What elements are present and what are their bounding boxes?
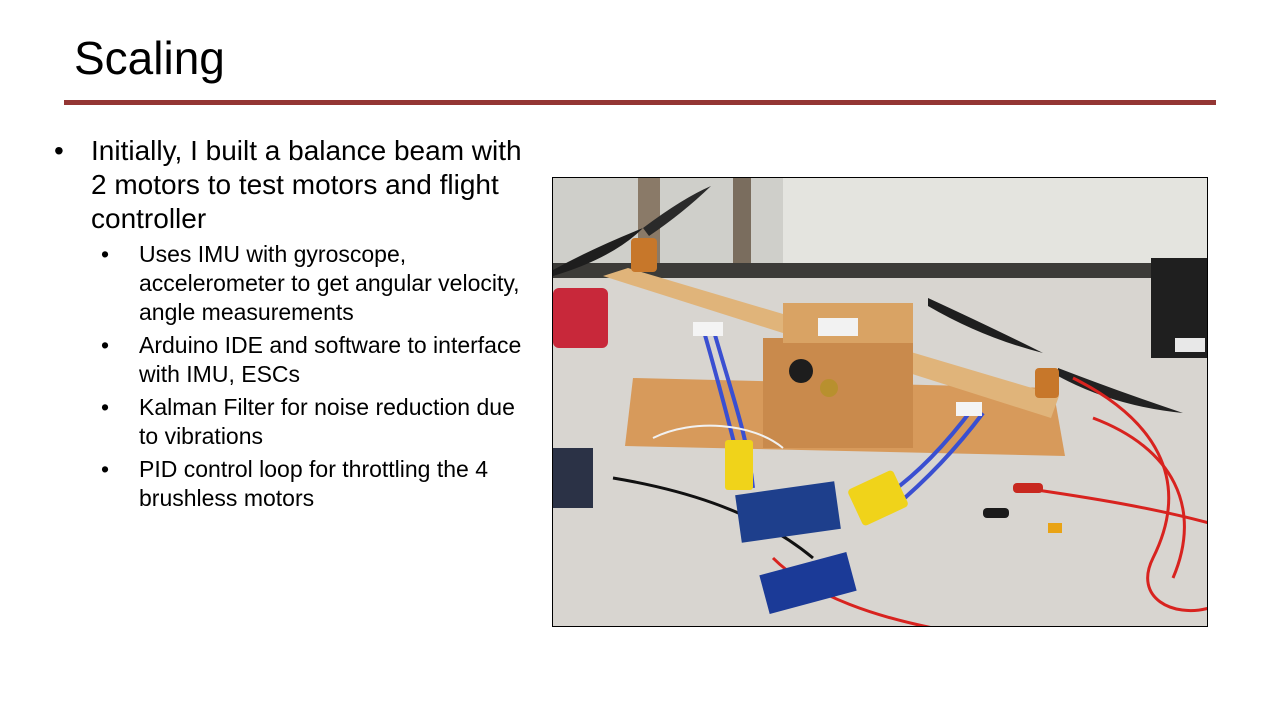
sub-bullet-text: PID control loop for throttling the 4 br…: [139, 456, 489, 511]
sub-bullet-item: • Uses IMU with gyroscope, accelerometer…: [91, 240, 534, 327]
sub-bullet-text: Kalman Filter for noise reduction due to…: [139, 394, 515, 449]
bullet-dot-icon: •: [101, 456, 110, 482]
balance-beam-photo: [552, 177, 1208, 627]
bullet-dot-icon: •: [54, 135, 64, 166]
sub-bullet-text: Arduino IDE and software to interface wi…: [139, 332, 522, 387]
sub-bullet-list: • Uses IMU with gyroscope, accelerometer…: [91, 240, 534, 513]
sub-bullet-item: • Kalman Filter for noise reduction due …: [91, 393, 534, 451]
sub-bullet-text: Uses IMU with gyroscope, accelerometer t…: [139, 241, 520, 325]
title-divider: [64, 100, 1216, 105]
sub-bullet-item: • PID control loop for throttling the 4 …: [91, 455, 534, 513]
bullet-item: • Initially, I built a balance beam with…: [54, 134, 534, 513]
slide-title: Scaling: [74, 32, 225, 84]
bullet-list: • Initially, I built a balance beam with…: [54, 134, 534, 513]
bullet-dot-icon: •: [101, 332, 110, 358]
bullet-dot-icon: •: [101, 241, 110, 267]
sub-bullet-item: • Arduino IDE and software to interface …: [91, 331, 534, 389]
bullet-text: Initially, I built a balance beam with 2…: [91, 135, 522, 234]
bullet-dot-icon: •: [101, 394, 110, 420]
photo-illustration: [553, 178, 1207, 626]
